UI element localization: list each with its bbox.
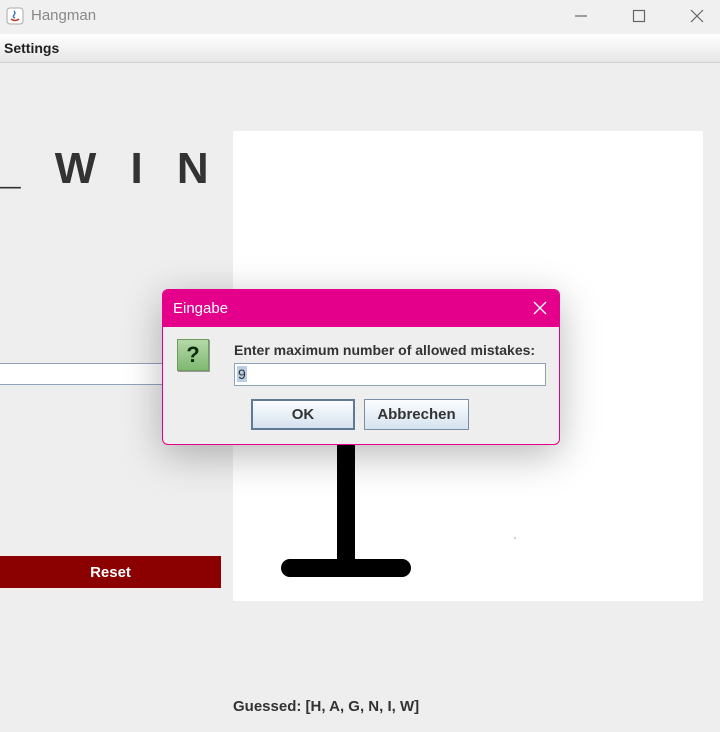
guessed-letters: Guessed: [H, A, G, N, I, W]	[233, 698, 420, 715]
menu-settings[interactable]: Settings	[4, 40, 59, 56]
maximize-icon	[632, 9, 646, 23]
reset-button[interactable]: Reset	[0, 556, 221, 588]
ok-button[interactable]: OK	[251, 399, 355, 430]
question-icon: ?	[177, 339, 209, 371]
window-titlebar: Hangman	[0, 0, 720, 34]
close-window-button[interactable]	[674, 0, 720, 32]
menu-bar: Settings	[0, 34, 720, 63]
window-title: Hangman	[31, 7, 97, 24]
close-icon	[690, 9, 704, 23]
java-app-icon	[6, 7, 24, 25]
dialog-message: Enter maximum number of allowed mistakes…	[234, 342, 536, 358]
dialog-title: Eingabe	[173, 300, 229, 317]
maximize-button[interactable]	[616, 0, 662, 32]
dialog-close-button[interactable]	[533, 301, 547, 315]
close-icon	[533, 301, 547, 315]
input-dialog: Eingabe ? Enter maximum number of allowe…	[162, 289, 560, 445]
minimize-icon	[575, 15, 587, 17]
max-mistakes-value: 9	[237, 366, 247, 382]
minimize-button[interactable]	[558, 0, 604, 32]
max-mistakes-input[interactable]: 9	[234, 363, 546, 386]
cancel-button[interactable]: Abbrechen	[364, 399, 469, 430]
guess-input[interactable]	[0, 363, 164, 385]
dialog-titlebar: Eingabe	[163, 290, 559, 327]
